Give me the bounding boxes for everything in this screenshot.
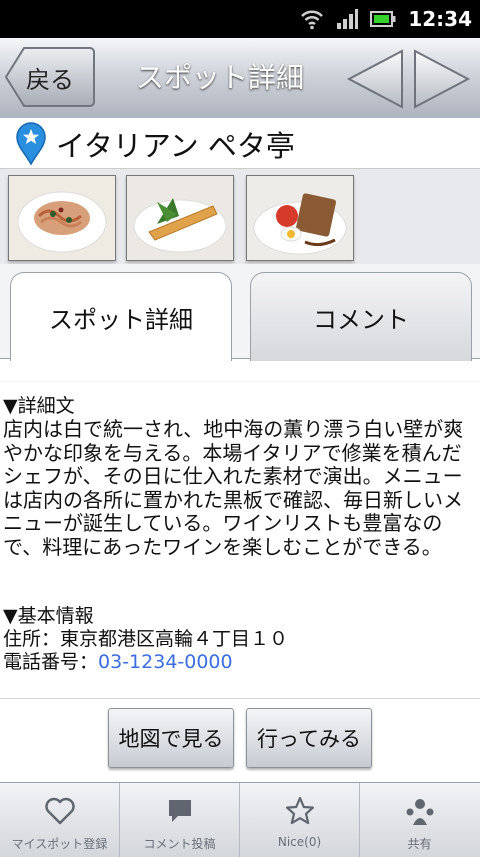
photo-strip — [0, 168, 480, 266]
nav-share-label: 共有 — [407, 837, 432, 851]
tab-spot-detail[interactable]: スポット詳細 — [10, 272, 232, 361]
signal-icon — [337, 9, 359, 29]
wifi-icon — [301, 10, 324, 30]
tab-spot-detail-label: スポット詳細 — [49, 305, 193, 334]
comment-icon — [169, 800, 191, 822]
appetizer-photo — [247, 176, 353, 260]
status-bar: 12:34 — [0, 0, 480, 38]
tab-baseline — [0, 358, 480, 381]
previous-arrow-icon[interactable] — [346, 48, 404, 110]
page-title: スポット詳細 — [135, 61, 304, 94]
spot-header: イタリアン ペタ亭 — [0, 118, 480, 168]
action-bar: 地図で見る 行ってみる — [0, 698, 480, 783]
gratin-photo — [127, 176, 233, 260]
battery-icon — [370, 11, 396, 27]
tab-comment[interactable]: コメント — [250, 272, 472, 361]
nav-nice-label: Nice(0) — [277, 835, 322, 849]
spot-name: イタリアン ペタ亭 — [56, 129, 295, 163]
nav-post-comment[interactable]: コメント投稿 — [120, 783, 240, 857]
go-there-button[interactable]: 行ってみる — [246, 708, 372, 768]
heart-icon — [45, 797, 75, 825]
photo-thumbnail-appetizer[interactable] — [246, 175, 354, 261]
share-icon — [406, 799, 434, 825]
view-map-button[interactable]: 地図で見る — [108, 708, 234, 768]
photo-thumbnail-gratin[interactable] — [126, 175, 234, 261]
view-map-label: 地図で見る — [118, 727, 224, 751]
title-bar: 戻る スポット詳細 — [0, 38, 480, 119]
status-clock: 12:34 — [408, 7, 472, 31]
description-text: 店内は白で統一され、地中海の薫り漂う白い壁が爽やかな印象を与える。本場イタリアで… — [3, 417, 464, 559]
phone-link[interactable]: 03-1234-0000 — [98, 651, 233, 673]
address-label: 住所： — [3, 628, 61, 650]
description-heading: ▼詳細文 — [3, 395, 75, 417]
back-button[interactable]: 戻る — [4, 46, 96, 108]
back-button-label: 戻る — [26, 66, 74, 94]
basic-info-heading: ▼基本情報 — [3, 605, 94, 627]
tab-comment-label: コメント — [313, 305, 409, 334]
photo-thumbnail-pasta[interactable] — [8, 175, 116, 261]
next-arrow-icon[interactable] — [413, 48, 471, 110]
bottom-nav: マイスポット登録 コメント投稿 Nice(0) 共有 — [0, 782, 480, 857]
address-row: 住所：東京都港区高輪４丁目１０ — [3, 628, 480, 651]
phone-row: 電話番号：03-1234-0000 — [3, 651, 480, 674]
status-icons: 12:34 — [300, 6, 472, 32]
phone-label: 電話番号： — [3, 651, 99, 673]
address-value: 東京都港区高輪４丁目１０ — [60, 628, 289, 650]
pasta-photo — [9, 176, 115, 260]
star-icon — [285, 796, 315, 825]
nav-post-comment-label: コメント投稿 — [143, 837, 216, 851]
location-pin-icon — [16, 122, 46, 166]
nav-my-spot-register[interactable]: マイスポット登録 — [0, 783, 120, 857]
detail-content[interactable]: ▼詳細文 店内は白で統一され、地中海の薫り漂う白い壁が爽やかな印象を与える。本場… — [0, 382, 480, 698]
tab-bar: コメント スポット詳細 — [0, 264, 480, 382]
go-there-label: 行ってみる — [257, 727, 361, 751]
nav-share[interactable]: 共有 — [360, 783, 479, 857]
content-fade — [0, 676, 480, 698]
nav-nice[interactable]: Nice(0) — [240, 783, 360, 857]
nav-my-spot-label: マイスポット登録 — [11, 837, 108, 851]
